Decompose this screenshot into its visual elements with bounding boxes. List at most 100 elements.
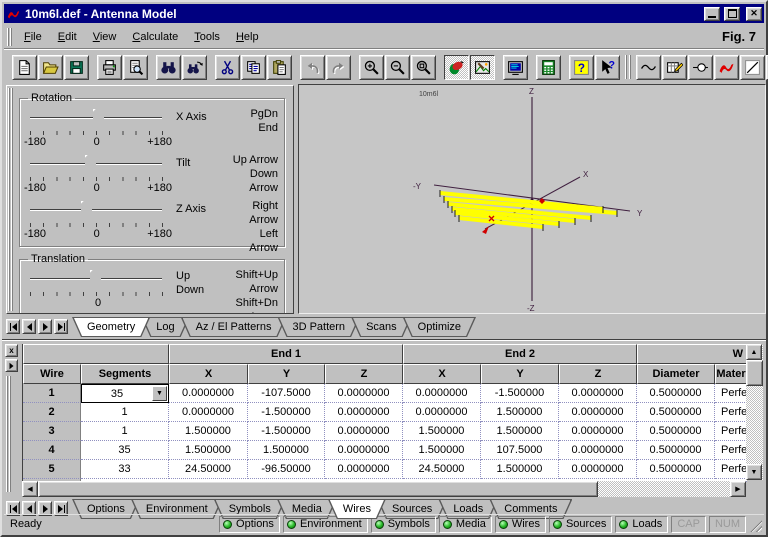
line-tool-button[interactable] (740, 55, 765, 80)
panel-gripper[interactable] (8, 88, 14, 311)
table-cell[interactable]: 1.500000 (481, 460, 559, 479)
column-header-x[interactable]: X (169, 364, 248, 384)
table-cell[interactable]: 0.0000000 (325, 441, 403, 460)
table-vertical-scrollbar[interactable]: ▲ ▼ (746, 344, 763, 480)
help-button[interactable]: ? (569, 55, 594, 80)
table-cell[interactable]: 1 (81, 403, 169, 422)
table-cell[interactable]: 35 (81, 441, 169, 460)
close-table-button[interactable]: x (5, 344, 18, 357)
row-header[interactable]: 3 (23, 422, 81, 441)
table-cell[interactable]: Perfe (715, 460, 747, 479)
table-cell[interactable]: 1 (81, 422, 169, 441)
new-document-button[interactable] (12, 55, 37, 80)
table-cell[interactable]: 0.5000000 (637, 441, 715, 460)
indicator-symbols[interactable]: Symbols (371, 516, 436, 533)
table-cell[interactable]: 0.0000000 (559, 403, 637, 422)
scroll-down-button[interactable]: ▼ (746, 464, 762, 480)
table-cell[interactable]: 24.50000 (403, 460, 481, 479)
table-cell[interactable]: 0.0000000 (325, 460, 403, 479)
open-file-button[interactable] (38, 55, 63, 80)
data-tab-wires[interactable]: Wires (328, 499, 386, 519)
maximize-button[interactable] (724, 7, 740, 21)
table-horizontal-scrollbar[interactable]: ◀ ▶ (22, 481, 746, 497)
row-header[interactable]: 1 (23, 384, 81, 403)
slider-thumb[interactable] (90, 270, 101, 288)
table-cell[interactable]: 1.500000 (403, 422, 481, 441)
tab-next-button[interactable] (38, 319, 52, 334)
wire-tool-button[interactable] (636, 55, 661, 80)
source-tool-button[interactable] (688, 55, 713, 80)
slider-track[interactable] (30, 209, 162, 211)
zoom-window-button[interactable] (411, 55, 436, 80)
view-tab-optimize[interactable]: Optimize (403, 317, 476, 337)
splitter[interactable] (2, 339, 766, 341)
close-button[interactable]: ✕ (746, 7, 762, 21)
cut-button[interactable] (215, 55, 240, 80)
view-tab-3d-pattern[interactable]: 3D Pattern (277, 317, 360, 337)
find-next-button[interactable] (182, 55, 207, 80)
column-header-z[interactable]: Z (559, 364, 637, 384)
table-cell[interactable]: 33 (81, 460, 169, 479)
table-cell[interactable]: 0.0000000 (559, 384, 637, 403)
find-button[interactable] (156, 55, 181, 80)
zoom-in-button[interactable] (359, 55, 384, 80)
table-cell[interactable]: 1.500000 (169, 441, 248, 460)
menubar-gripper[interactable] (7, 28, 13, 46)
column-header-wire[interactable]: Wire (23, 364, 81, 384)
indicator-loads[interactable]: Loads (615, 516, 668, 533)
context-help-button[interactable]: ? (595, 55, 620, 80)
scroll-up-button[interactable]: ▲ (746, 344, 762, 360)
scroll-thumb[interactable] (746, 360, 763, 386)
view-tab-az-el-patterns[interactable]: Az / El Patterns (181, 317, 287, 337)
column-header-segments[interactable]: Segments (81, 364, 169, 384)
table-cell[interactable]: Perfe (715, 403, 747, 422)
menu-tools[interactable]: Tools (186, 27, 228, 47)
table-cell[interactable]: -1.500000 (481, 384, 559, 403)
expand-table-button[interactable] (5, 359, 18, 372)
antenna-3d-view[interactable]: 10m6l Z -Z -Y Y X (298, 84, 766, 314)
view-pattern-button[interactable] (444, 55, 469, 80)
table-cell[interactable]: -107.5000 (248, 384, 325, 403)
indicator-sources[interactable]: Sources (549, 516, 612, 533)
slider-thumb[interactable] (85, 155, 96, 173)
table-cell[interactable]: 0.0000000 (403, 384, 481, 403)
table-cell[interactable]: 0.5000000 (637, 384, 715, 403)
menu-help[interactable]: Help (228, 27, 267, 47)
resize-grip[interactable] (749, 519, 762, 532)
column-header-y[interactable]: Y (248, 364, 325, 384)
row-header[interactable]: 2 (23, 403, 81, 422)
view-3d-button[interactable] (470, 55, 495, 80)
table-cell[interactable]: 107.5000 (481, 441, 559, 460)
dropdown-arrow-icon[interactable]: ▼ (152, 386, 167, 401)
table-cell[interactable]: 0.5000000 (637, 460, 715, 479)
row-header[interactable]: 5 (23, 460, 81, 479)
zoom-out-button[interactable] (385, 55, 410, 80)
table-cell[interactable]: 0.0000000 (403, 403, 481, 422)
table-cell[interactable]: 1.500000 (481, 403, 559, 422)
indicator-media[interactable]: Media (439, 516, 492, 533)
menu-view[interactable]: View (85, 27, 125, 47)
table-cell[interactable]: 1.500000 (169, 422, 248, 441)
segments-dropdown[interactable]: 35▼ (81, 384, 169, 403)
table-cell[interactable]: 0.0000000 (169, 384, 248, 403)
copy-button[interactable] (241, 55, 266, 80)
slider-thumb[interactable] (93, 109, 104, 127)
table-cell[interactable]: 1.500000 (481, 422, 559, 441)
table-cell[interactable]: 1.500000 (403, 441, 481, 460)
view-tab-geometry[interactable]: Geometry (72, 317, 150, 337)
menu-edit[interactable]: Edit (50, 27, 85, 47)
table-cell[interactable]: -1.500000 (248, 403, 325, 422)
row-header[interactable]: 4 (23, 441, 81, 460)
table-splitter-handle[interactable] (6, 376, 12, 492)
load-tool-button[interactable] (714, 55, 739, 80)
tab-prev-button[interactable] (22, 319, 36, 334)
scroll-thumb[interactable] (38, 481, 598, 497)
table-cell[interactable]: 0.0000000 (325, 403, 403, 422)
column-header-mater[interactable]: Mater (715, 364, 747, 384)
table-cell[interactable]: 1.500000 (248, 441, 325, 460)
table-cell[interactable]: 0.0000000 (559, 460, 637, 479)
table-cell[interactable]: 0.0000000 (559, 422, 637, 441)
column-header-z[interactable]: Z (325, 364, 403, 384)
table-cell[interactable]: 0.0000000 (325, 422, 403, 441)
edit-geometry-button[interactable] (662, 55, 687, 80)
